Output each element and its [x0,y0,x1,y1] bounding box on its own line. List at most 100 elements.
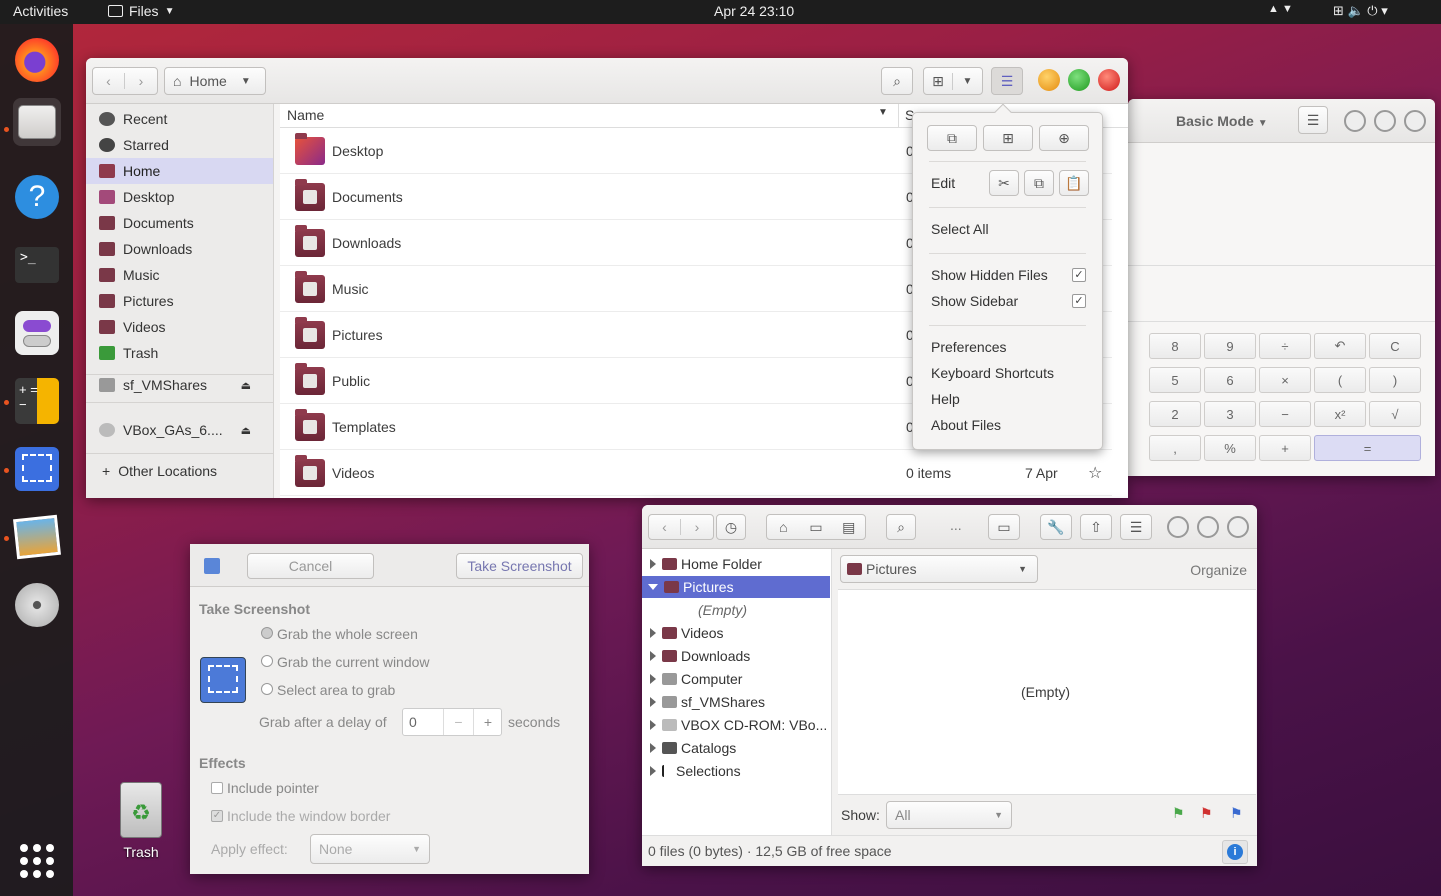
home-icon[interactable]: ⌂ [767,519,800,535]
eject-icon[interactable]: ⏏ [241,424,251,437]
tree-item[interactable]: (Empty) [698,599,747,621]
show-filter-dropdown[interactable]: All ▼ [886,801,1012,829]
menu-help[interactable]: Help [931,391,960,407]
terminal-icon[interactable]: >_ [13,241,61,289]
menu-show-hidden[interactable]: Show Hidden Files [931,267,1048,283]
menu-button[interactable]: ☰ [991,67,1023,95]
sidebar-item-documents[interactable]: Documents [86,210,273,236]
calc-key[interactable]: ÷ [1259,333,1311,359]
sidebar-item-downloads[interactable]: Downloads [86,236,273,262]
apps-grid-icon[interactable] [20,844,54,878]
sidebar-item-starred[interactable]: Starred [86,132,273,158]
tree-item[interactable]: Videos [650,622,724,644]
include-pointer-checkbox[interactable] [211,782,223,794]
sidebar-item-videos[interactable]: Videos [86,314,273,340]
tree-item[interactable]: Selections [650,760,741,782]
sidebar-item-desktop[interactable]: Desktop [86,184,273,210]
system-tray[interactable]: ⊞ 🔈 ⏻ ▾ [1333,3,1388,19]
minimize-button[interactable] [1167,516,1189,538]
search-button[interactable]: ⌕ [886,514,916,540]
tree-item[interactable]: Pictures [642,576,830,598]
red-flag-icon[interactable]: ⚑ [1200,805,1213,822]
info-button[interactable]: i [1222,840,1248,864]
expander-arrow-icon[interactable] [650,651,656,661]
sidebar-item-music[interactable]: Music [86,262,273,288]
calc-key[interactable]: 2 [1149,401,1201,427]
more-button[interactable]: ... [950,517,962,533]
expander-arrow-icon[interactable] [650,766,656,776]
effect-dropdown[interactable]: None ▼ [310,834,430,864]
clock[interactable]: Apr 24 23:10 [714,3,794,19]
maximize-button[interactable] [1197,516,1219,538]
calc-key[interactable]: 9 [1204,333,1256,359]
grid-view-icon[interactable]: ⊞ [924,72,954,90]
menu-preferences[interactable]: Preferences [931,339,1006,355]
close-button[interactable] [1404,110,1426,132]
tree-item[interactable]: Downloads [650,645,750,667]
calc-key[interactable]: + [1259,435,1311,461]
calc-key[interactable]: 5 [1149,367,1201,393]
close-button[interactable] [1227,516,1249,538]
calc-key[interactable]: 8 [1149,333,1201,359]
calc-key[interactable]: x² [1314,401,1366,427]
expander-arrow-icon[interactable] [650,559,656,569]
maximize-button[interactable] [1374,110,1396,132]
decrement-button[interactable]: − [443,709,473,735]
firefox-icon[interactable] [13,36,61,84]
radio-whole-screen[interactable] [261,627,273,639]
cut-button[interactable]: ✂ [989,170,1019,196]
organize-button[interactable]: Organize [1190,562,1247,578]
radio-select-area[interactable] [261,683,273,695]
calculator-icon[interactable]: + = − [13,377,61,425]
sidebar-other-locations[interactable]: + Other Locations [86,458,273,484]
blue-flag-icon[interactable]: ⚑ [1230,805,1243,822]
show-sidebar-checkbox[interactable]: ✓ [1072,294,1086,308]
search-button[interactable]: ⌕ [881,67,913,95]
sidebar-item-pictures[interactable]: Pictures [86,288,273,314]
folder-dropdown[interactable]: Pictures ▼ [840,555,1038,583]
calc-key[interactable]: ( [1314,367,1366,393]
expanded-arrow-icon[interactable] [648,584,658,590]
settings-icon[interactable] [13,309,61,357]
desktop-trash[interactable]: ♻ Trash [110,782,172,860]
tree-item[interactable]: Home Folder [650,553,762,575]
cdrom-icon[interactable] [13,581,61,629]
calc-menu-button[interactable]: ☰ [1298,106,1328,134]
forward-button[interactable]: › [681,519,713,535]
minimize-button[interactable] [1038,69,1060,91]
radio-current-window[interactable] [261,655,273,667]
drive-icon[interactable]: ▭ [800,519,833,536]
calc-key[interactable]: ↶ [1314,333,1366,359]
activities-button[interactable]: Activities [13,3,68,19]
back-button[interactable]: ‹ [93,73,125,89]
calc-key[interactable]: − [1259,401,1311,427]
menu-select-all[interactable]: Select All [931,221,989,237]
forward-button[interactable]: › [125,73,157,89]
cancel-button[interactable]: Cancel [247,553,374,579]
shotwell-icon[interactable] [13,513,61,561]
history-button[interactable]: ◷ [716,514,746,540]
files-icon[interactable] [13,98,61,146]
calc-key[interactable]: , [1149,435,1201,461]
expander-arrow-icon[interactable] [650,743,656,753]
increment-button[interactable]: + [473,709,502,735]
back-button[interactable]: ‹ [649,519,681,535]
show-hidden-checkbox[interactable]: ✓ [1072,268,1086,282]
sidebar-device-sf-vmshares[interactable]: sf_VMShares ⏏ [86,372,273,398]
book-icon[interactable]: ▤ [832,519,865,536]
sidebar-item-recent[interactable]: Recent [86,106,273,132]
chevron-down-icon[interactable]: ▼ [953,76,982,87]
screenshot-icon[interactable] [13,445,61,493]
app-menu[interactable]: Files ▼ [108,3,174,19]
new-folder-button[interactable]: ⊕ [1039,125,1089,151]
sidebar-device-vbox-gas[interactable]: VBox_GAs_6.... ⏏ [86,417,273,443]
menu-keyboard-shortcuts[interactable]: Keyboard Shortcuts [931,365,1054,381]
maximize-button[interactable] [1068,69,1090,91]
slideshow-button[interactable]: ▭ [988,514,1020,540]
expander-arrow-icon[interactable] [650,720,656,730]
new-window-button[interactable]: ⧉ [927,125,977,151]
tree-item[interactable]: Catalogs [650,737,736,759]
calc-key[interactable]: = [1314,435,1421,461]
menu-show-sidebar[interactable]: Show Sidebar [931,293,1018,309]
star-icon[interactable]: ☆ [1088,463,1102,483]
